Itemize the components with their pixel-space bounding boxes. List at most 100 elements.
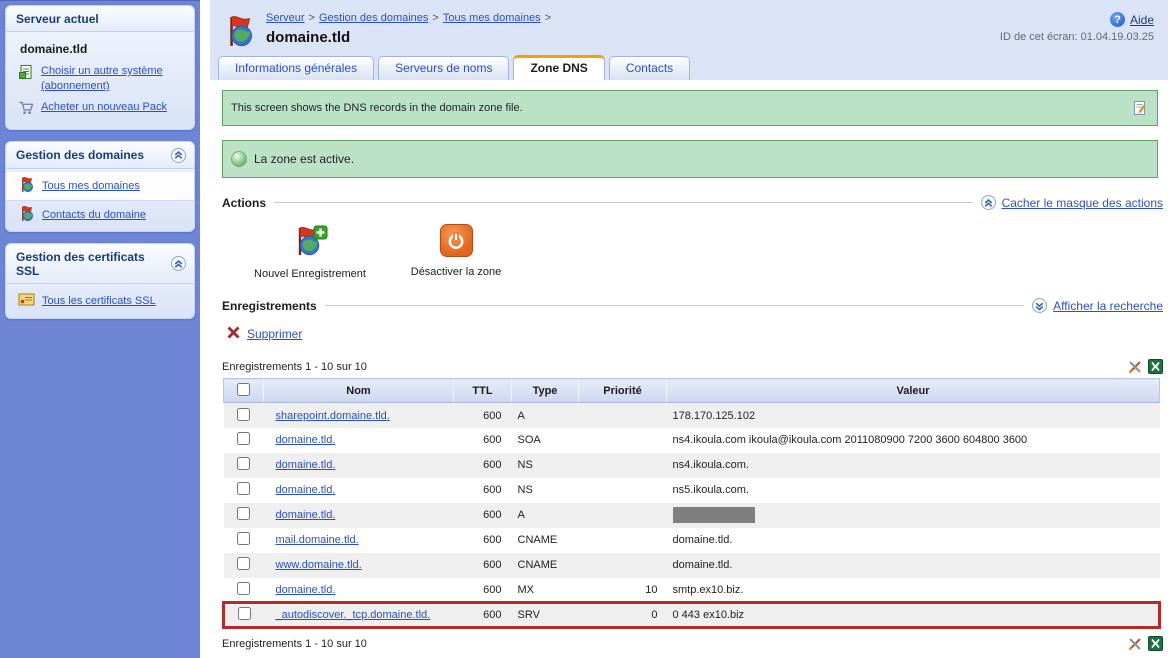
record-name-link[interactable]: www.domaine.tld.: [276, 559, 362, 571]
row-checkbox[interactable]: [237, 408, 250, 421]
ssl-panel-header: Gestion des certificats SSL: [6, 244, 194, 284]
record-name-cell: _autodiscover._tcp.domaine.tld.: [264, 603, 454, 628]
record-name-link[interactable]: mail.domaine.tld.: [276, 534, 359, 546]
actions-section-title: Actions: [222, 196, 266, 210]
row-checkbox[interactable]: [237, 507, 250, 520]
record-name-link[interactable]: _autodiscover._tcp.domaine.tld.: [276, 609, 431, 621]
sidebar-item-all-certificates[interactable]: Tous les certificats SSL: [6, 288, 194, 314]
sidebar-item-domain-contacts[interactable]: Contacts du domaine: [6, 201, 194, 229]
record-value-cell: ns5.ikoula.com.: [667, 478, 1160, 503]
records-section-header: Enregistrements Afficher la recherche: [222, 298, 1163, 313]
settings-icon[interactable]: [1128, 637, 1142, 651]
sidebar-item-all-domains[interactable]: Tous mes domaines: [6, 171, 194, 201]
tab-contacts[interactable]: Contacts: [609, 56, 690, 80]
table-header-row: Nom TTL Type Priorité Valeur: [224, 379, 1160, 403]
record-type-cell: CNAME: [512, 528, 579, 553]
records-table-body: sharepoint.domaine.tld. 600 A 178.170.12…: [224, 403, 1160, 628]
actions-section-header: Actions Cacher le masque des actions: [222, 195, 1163, 210]
ssl-panel-title: Gestion des certificats SSL: [16, 250, 171, 278]
settings-icon[interactable]: [1128, 360, 1142, 374]
disable-zone-label: Désactiver la zone: [411, 265, 502, 279]
record-value-cell: ns4.ikoula.com.: [667, 453, 1160, 478]
breadcrumb-link-all-domains[interactable]: Tous mes domaines: [443, 12, 541, 24]
page-header: Serveur>Gestion des domaines>Tous mes do…: [210, 0, 1168, 80]
record-ttl-cell: 600: [454, 553, 512, 578]
domain-flag-icon: [18, 176, 35, 196]
record-type-cell: A: [512, 403, 579, 428]
breadcrumb-separator: >: [309, 12, 315, 24]
sidebar-item-domain-contacts-label: Contacts du domaine: [42, 209, 146, 221]
record-name-cell: domaine.tld.: [264, 453, 454, 478]
new-record-button[interactable]: Nouvel Enregistrement: [254, 224, 366, 281]
row-checkbox[interactable]: [237, 557, 250, 570]
select-all-checkbox[interactable]: [237, 383, 250, 396]
edit-note-icon[interactable]: [1131, 99, 1149, 117]
delete-toolbar: Supprimer: [226, 325, 1163, 343]
tab-general-info[interactable]: Informations générales: [218, 56, 374, 80]
page-title: domaine.tld: [266, 29, 555, 46]
disable-zone-button[interactable]: Désactiver la zone: [400, 224, 512, 281]
export-excel-icon[interactable]: [1148, 636, 1163, 651]
row-checkbox[interactable]: [237, 582, 250, 595]
record-name-cell: mail.domaine.tld.: [264, 528, 454, 553]
column-header-name: Nom: [264, 379, 454, 403]
row-checkbox[interactable]: [237, 482, 250, 495]
domains-panel-header: Gestion des domaines: [6, 142, 194, 169]
record-name-link[interactable]: domaine.tld.: [276, 509, 336, 521]
record-priority-cell: 10: [579, 578, 667, 603]
section-divider: [325, 305, 1024, 306]
hide-actions-link[interactable]: Cacher le masque des actions: [1002, 196, 1163, 210]
row-select-cell: [224, 528, 264, 553]
domains-panel-title: Gestion des domaines: [16, 148, 144, 162]
records-count-text: Enregistrements 1 - 10 sur 10: [222, 361, 367, 373]
show-search-link[interactable]: Afficher la recherche: [1053, 299, 1163, 313]
table-row: sharepoint.domaine.tld. 600 A 178.170.12…: [224, 403, 1160, 428]
export-excel-icon[interactable]: [1148, 359, 1163, 374]
collapse-domains-icon[interactable]: [171, 148, 186, 163]
row-checkbox[interactable]: [237, 457, 250, 470]
sidebar-link-choose-system-label: Choisir un autre système (abonnement): [41, 64, 186, 94]
row-checkbox[interactable]: [237, 432, 250, 445]
row-checkbox[interactable]: [238, 607, 251, 620]
ssl-panel-body: Tous les certificats SSL: [6, 284, 194, 318]
record-type-cell: MX: [512, 578, 579, 603]
record-name-link[interactable]: domaine.tld.: [276, 434, 336, 446]
row-checkbox[interactable]: [237, 532, 250, 545]
collapse-ssl-icon[interactable]: [171, 256, 186, 271]
record-value-cell: domaine.tld.: [667, 553, 1160, 578]
breadcrumb-link-server[interactable]: Serveur: [266, 12, 305, 24]
record-name-cell: sharepoint.domaine.tld.: [264, 403, 454, 428]
ssl-panel: Gestion des certificats SSL Tous les cer…: [5, 243, 195, 319]
record-type-cell: NS: [512, 478, 579, 503]
sidebar-item-all-certificates-label: Tous les certificats SSL: [42, 295, 156, 307]
record-value-cell: 0 443 ex10.biz: [667, 603, 1160, 628]
row-select-cell: [224, 553, 264, 578]
tab-name-servers[interactable]: Serveurs de noms: [378, 56, 509, 80]
record-name-cell: www.domaine.tld.: [264, 553, 454, 578]
cart-icon: [18, 100, 34, 119]
record-priority-cell: [579, 553, 667, 578]
row-select-cell: [224, 578, 264, 603]
record-priority-cell: [579, 478, 667, 503]
sidebar-link-buy-pack[interactable]: Acheter un nouveau Pack: [6, 97, 194, 122]
redacted-value: [673, 507, 755, 523]
domain-title-icon: [222, 14, 256, 48]
record-name-link[interactable]: sharepoint.domaine.tld.: [276, 410, 390, 422]
info-banner-text: This screen shows the DNS records in the…: [231, 102, 523, 114]
hide-actions-chevron-icon[interactable]: [981, 195, 996, 210]
help-link[interactable]: Aide: [1130, 13, 1154, 27]
breadcrumb-link-domain-management[interactable]: Gestion des domaines: [319, 12, 428, 24]
record-type-cell: NS: [512, 453, 579, 478]
record-name-link[interactable]: domaine.tld.: [276, 584, 336, 596]
delete-link[interactable]: Supprimer: [247, 327, 302, 341]
record-name-link[interactable]: domaine.tld.: [276, 459, 336, 471]
show-search-chevron-icon[interactable]: [1032, 298, 1047, 313]
main-area: Serveur>Gestion des domaines>Tous mes do…: [210, 0, 1168, 658]
tab-dns-zone[interactable]: Zone DNS: [513, 55, 604, 80]
record-name-link[interactable]: domaine.tld.: [276, 484, 336, 496]
actions-toolbar: Nouvel Enregistrement Désactiver la zone: [254, 224, 1163, 281]
records-section-title: Enregistrements: [222, 299, 317, 313]
record-ttl-cell: 600: [454, 478, 512, 503]
sidebar-link-choose-system[interactable]: Choisir un autre système (abonnement): [6, 61, 194, 97]
delete-x-icon: [226, 325, 241, 343]
